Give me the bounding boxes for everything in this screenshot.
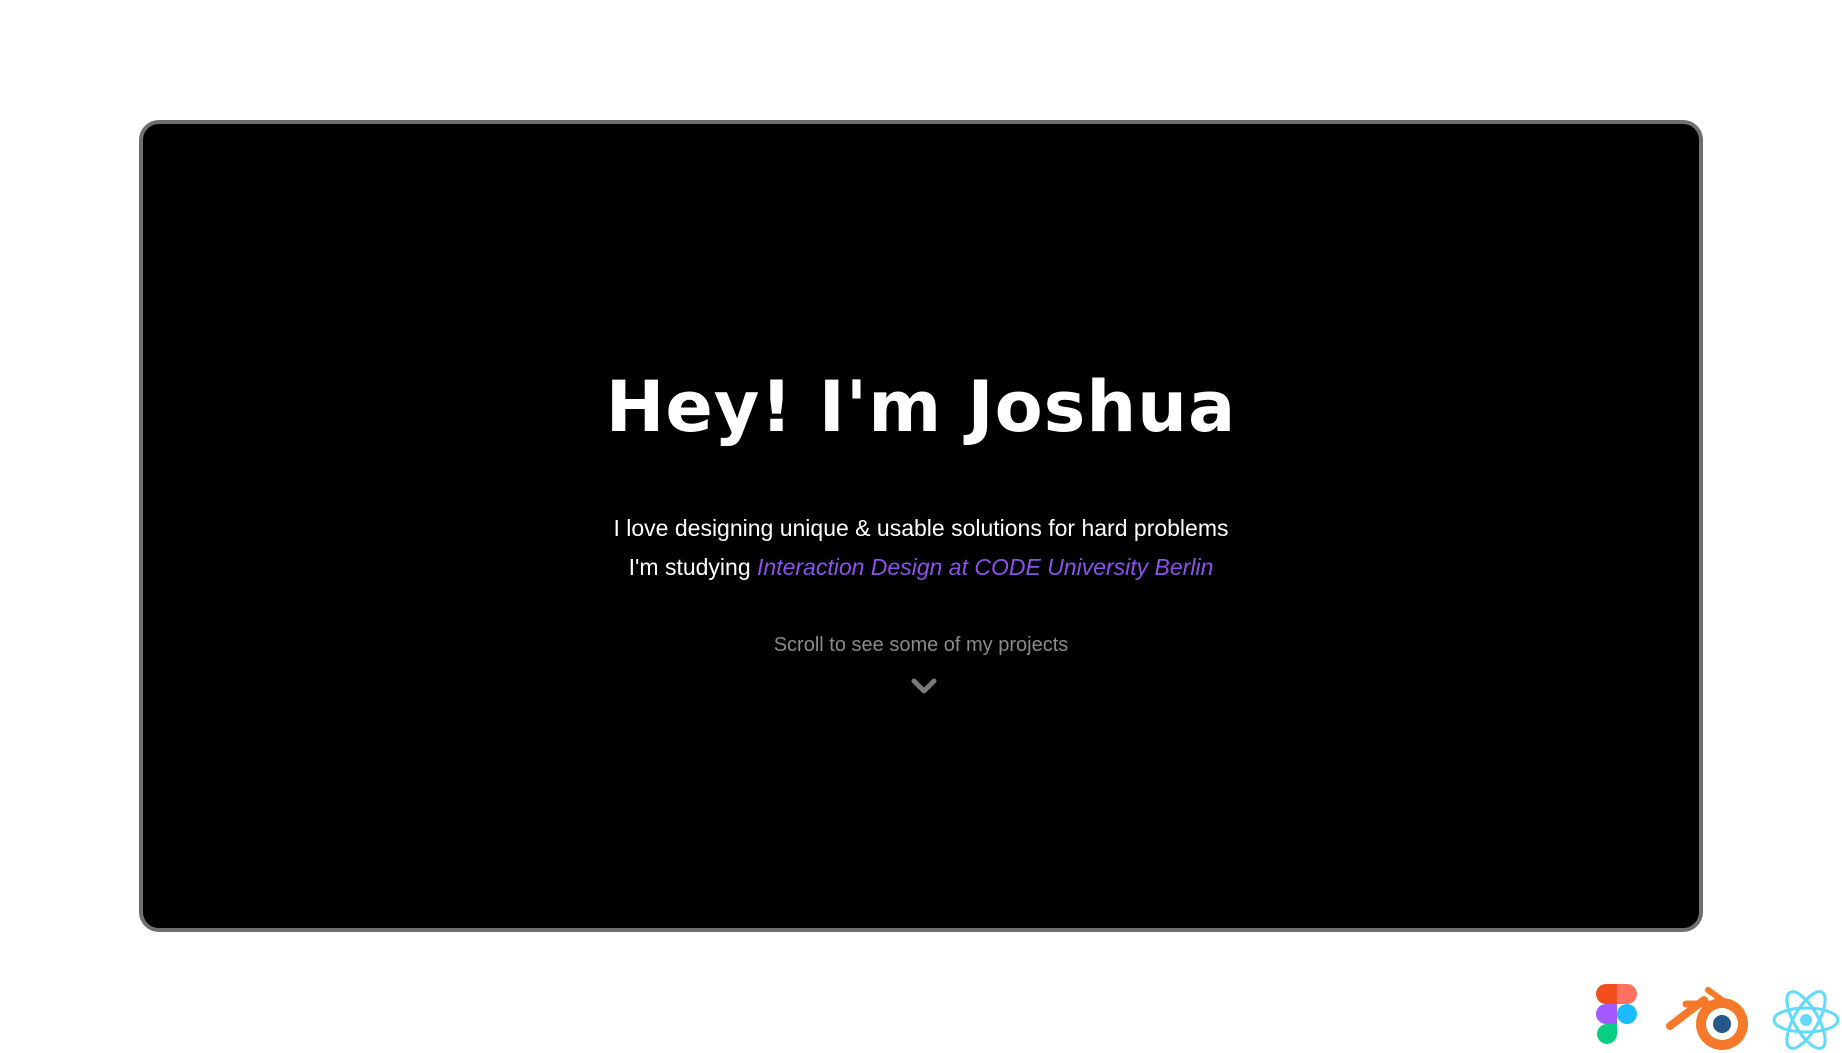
hero-title: Hey! I'm Joshua bbox=[605, 366, 1237, 448]
scroll-hint: Scroll to see some of my projects bbox=[773, 634, 1069, 656]
tagline-line-1: I love designing unique & usable solutio… bbox=[613, 515, 1229, 541]
hero-frame: Hey! I'm Joshua I love designing unique … bbox=[139, 120, 1703, 932]
tagline-line-2: I'm studying Interaction Design at CODE … bbox=[143, 548, 1699, 587]
tagline-prefix: I'm studying bbox=[628, 554, 758, 580]
chevron-down-icon[interactable] bbox=[911, 677, 937, 695]
react-icon bbox=[1772, 990, 1840, 1050]
tool-icons bbox=[1552, 982, 1842, 1053]
blender-icon bbox=[1666, 987, 1748, 1050]
university-link[interactable]: Interaction Design at CODE University Be… bbox=[757, 554, 1213, 580]
figma-icon bbox=[1596, 984, 1637, 1044]
page: Hey! I'm Joshua I love designing unique … bbox=[0, 0, 1842, 1053]
hero-section: Hey! I'm Joshua I love designing unique … bbox=[143, 124, 1699, 928]
hero-tagline: I love designing unique & usable solutio… bbox=[143, 509, 1699, 587]
